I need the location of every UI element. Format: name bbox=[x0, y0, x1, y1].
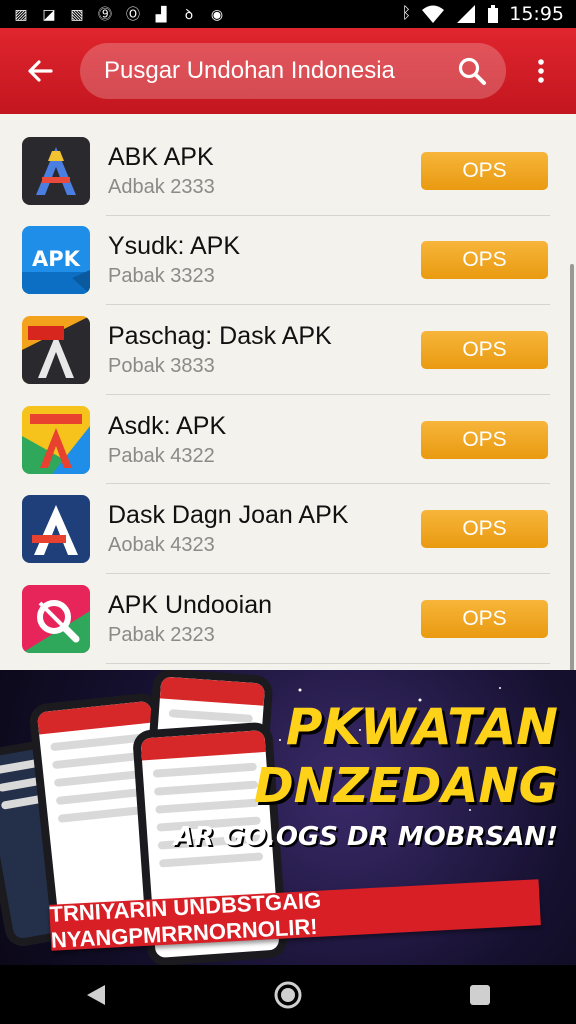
back-arrow-icon bbox=[28, 60, 53, 82]
search-query[interactable]: Pusgar Undohan Indonesia bbox=[104, 57, 456, 85]
search-field[interactable]: Pusgar Undohan Indonesia bbox=[80, 43, 506, 99]
stylized-A-icon bbox=[22, 495, 90, 564]
triangle-back-icon bbox=[87, 984, 105, 1005]
apk-icon: APK bbox=[22, 226, 90, 295]
list-item[interactable]: ABK APK Adbak 2333 OPS bbox=[0, 126, 576, 216]
battery-icon bbox=[488, 5, 499, 23]
ops-button[interactable]: OPS bbox=[421, 510, 548, 549]
home-nav-button[interactable] bbox=[258, 970, 318, 1020]
back-nav-button[interactable] bbox=[66, 970, 126, 1020]
colorful-A-icon bbox=[22, 405, 90, 474]
more-vert-icon bbox=[538, 59, 544, 83]
stylized-A-icon bbox=[22, 315, 90, 384]
app-notification-icon: Ⓞ bbox=[126, 6, 140, 22]
notification-icons: ▨ ◪ ▧ ⓽ Ⓞ ▟ ꝺ ◉ bbox=[12, 5, 226, 23]
banner-headline: DNZEDANG bbox=[253, 758, 558, 814]
app-subtitle: Pobak 3833 bbox=[108, 354, 215, 377]
clock: 15:95 bbox=[509, 3, 564, 25]
list-item[interactable]: Paschag: Dask APK Pobak 3833 OPS bbox=[0, 305, 576, 395]
promo-banner[interactable]: PKWATAN DNZEDANG AR GO.OGS DR MOBRSAN! T… bbox=[0, 670, 576, 965]
image-notification-icon: ◪ bbox=[42, 5, 56, 22]
search-button[interactable] bbox=[456, 55, 488, 87]
app-bar: Pusgar Undohan Indonesia bbox=[0, 28, 576, 114]
app-subtitle: Aobak 4323 bbox=[108, 534, 215, 557]
chart-notification-icon: ▟ bbox=[155, 5, 167, 22]
home-circle-icon bbox=[274, 981, 302, 1008]
banner-tagline: AR GO.OGS DR MOBRSAN! bbox=[173, 822, 558, 852]
stylized-A-icon bbox=[22, 136, 90, 205]
app-list: ABK APK Adbak 2333 OPS APK Ysudk: APK Pa… bbox=[0, 114, 576, 684]
search-icon bbox=[458, 57, 486, 85]
list-item[interactable]: APK Undooian Pabak 2323 OPS bbox=[0, 574, 576, 664]
app-notification-icon: ◉ bbox=[210, 5, 224, 22]
list-item[interactable]: Dask Dagn Joan APK Aobak 4323 OPS bbox=[0, 484, 576, 574]
ops-button[interactable]: OPS bbox=[421, 420, 548, 459]
app-notification-icon: ⓽ bbox=[98, 6, 112, 22]
scrollbar[interactable] bbox=[570, 264, 574, 684]
square-recents-icon bbox=[470, 984, 490, 1005]
app-name: ABK APK bbox=[108, 142, 214, 171]
banner-headline: PKWATAN bbox=[285, 698, 558, 756]
search-icon bbox=[22, 584, 90, 653]
app-name: Asdk: APK bbox=[108, 411, 227, 440]
app-subtitle: Pabak 2323 bbox=[108, 623, 215, 646]
navigation-bar bbox=[0, 965, 576, 1024]
ops-button[interactable]: OPS bbox=[421, 151, 548, 190]
app-name: Paschag: Dask APK bbox=[108, 321, 332, 350]
system-icons: ᛒ 15:95 bbox=[402, 3, 564, 25]
list-item[interactable]: Asdk: APK Pabak 4322 OPS bbox=[0, 395, 576, 485]
app-subtitle: Adbak 2333 bbox=[108, 175, 215, 198]
app-subtitle: Pabak 4322 bbox=[108, 444, 215, 467]
svg-text:APK: APK bbox=[32, 247, 81, 271]
app-name: Dask Dagn Joan APK bbox=[108, 501, 349, 530]
app-notification-icon: ꝺ bbox=[184, 5, 194, 22]
recents-nav-button[interactable] bbox=[450, 970, 510, 1020]
back-button[interactable] bbox=[0, 28, 80, 114]
app-name: APK Undooian bbox=[108, 590, 273, 619]
ops-button[interactable]: OPS bbox=[421, 330, 548, 369]
overflow-menu-button[interactable] bbox=[506, 28, 576, 114]
status-bar: ▨ ◪ ▧ ⓽ Ⓞ ▟ ꝺ ◉ ᛒ 15:95 bbox=[0, 0, 576, 28]
app-subtitle: Pabak 3323 bbox=[108, 265, 215, 288]
app-name: Ysudk: APK bbox=[108, 232, 241, 261]
ops-button[interactable]: OPS bbox=[421, 241, 548, 280]
cell-signal-icon bbox=[457, 5, 476, 23]
image-notification-icon: ▨ bbox=[14, 5, 28, 22]
ops-button[interactable]: OPS bbox=[421, 599, 548, 638]
image-notification-icon: ▧ bbox=[70, 5, 84, 22]
bluetooth-icon: ᛒ bbox=[401, 5, 412, 22]
wifi-icon bbox=[422, 5, 445, 23]
list-item[interactable]: APK Ysudk: APK Pabak 3323 OPS bbox=[0, 216, 576, 306]
